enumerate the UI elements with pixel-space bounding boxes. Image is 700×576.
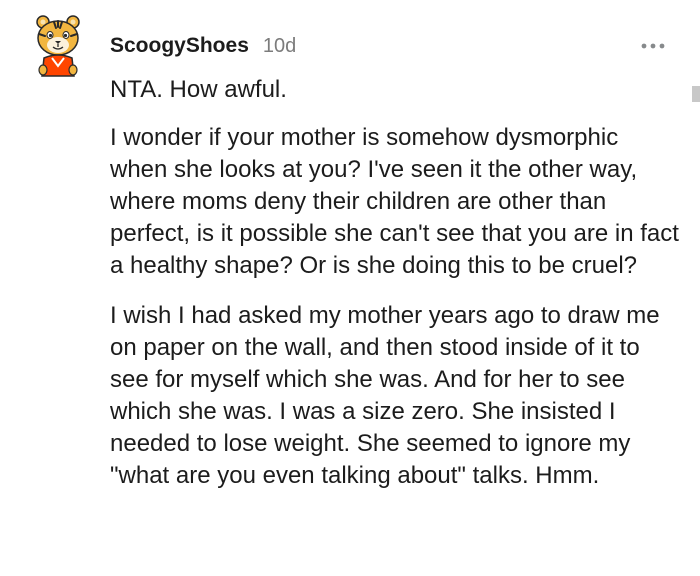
scrollbar-thumb[interactable]	[692, 86, 700, 102]
comment-header: ScoogyShoes 10d	[110, 34, 296, 58]
comment: ScoogyShoes 10d NTA. How awful. I wonder…	[0, 0, 700, 576]
user-avatar[interactable]	[34, 14, 82, 78]
comment-paragraph: I wish I had asked my mother years ago t…	[110, 302, 660, 489]
comment-body: NTA. How awful. I wonder if your mother …	[110, 74, 680, 492]
comment-paragraph: I wonder if your mother is somehow dysmo…	[110, 124, 679, 279]
more-options-button[interactable]	[638, 34, 668, 58]
tiger-avatar-icon	[36, 15, 80, 77]
comment-paragraph: NTA. How awful.	[110, 76, 287, 103]
username-link[interactable]: ScoogyShoes	[110, 34, 249, 58]
more-horizontal-icon	[641, 43, 665, 49]
comment-timestamp: 10d	[262, 35, 297, 57]
